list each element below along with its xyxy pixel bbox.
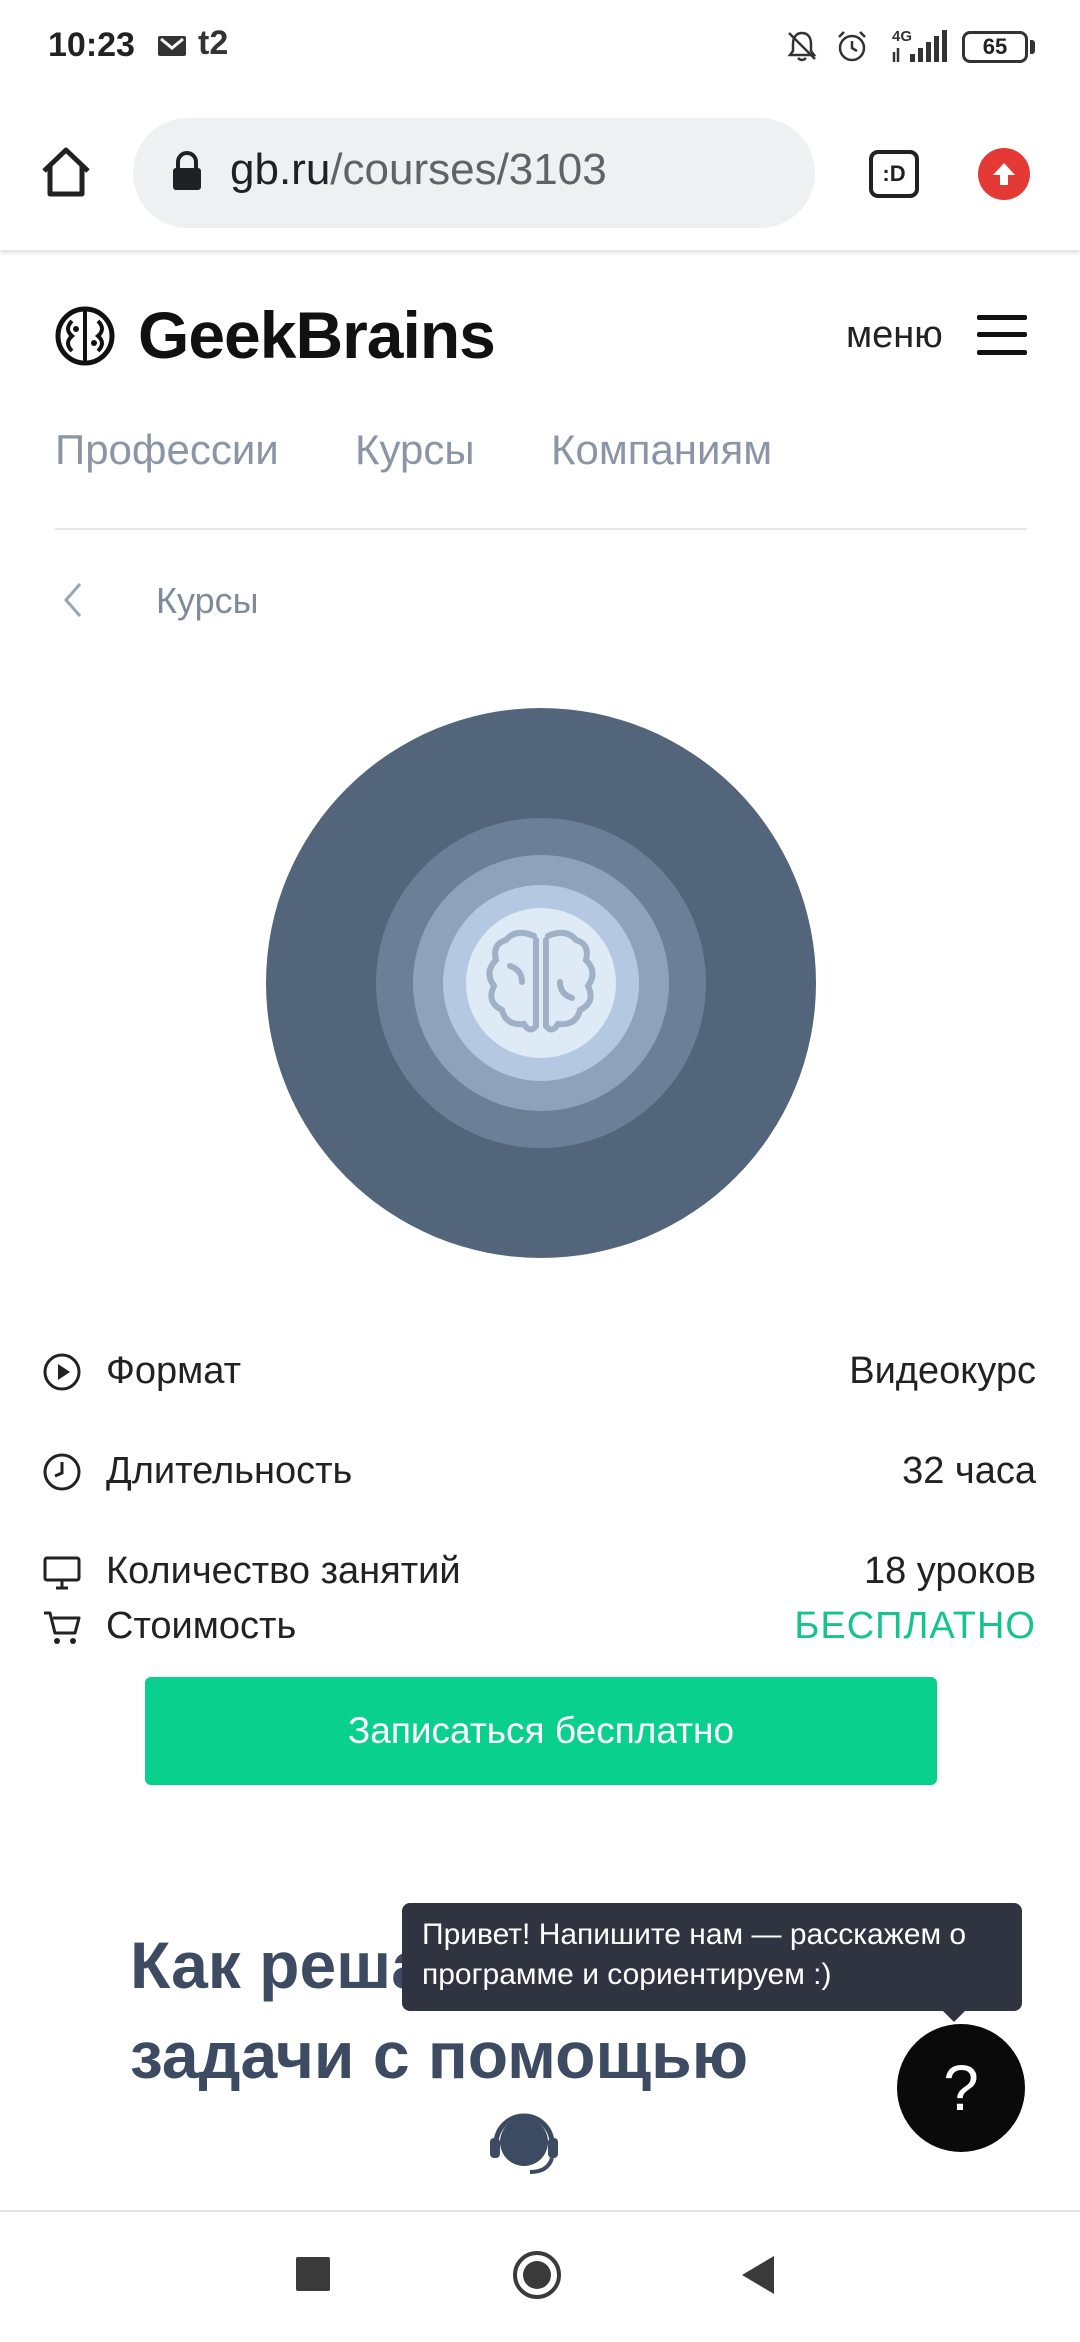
info-value-price: БЕСПЛАТНО [794,1605,1036,1647]
nav-divider [55,528,1027,530]
nav-item-courses[interactable]: Курсы [355,426,475,474]
recents-button[interactable] [296,2257,330,2291]
help-chat-button[interactable]: ? [897,2024,1025,2152]
info-label-lessons: Количество занятий [106,1550,461,1592]
info-label-format: Формат [106,1350,241,1392]
section-heading-line2: задачи с помощью [130,2018,749,2092]
signal-icon [890,24,950,68]
monitor-icon [42,1552,82,1592]
url-text[interactable]: gb.ru/courses/3103 [230,145,607,195]
bell-off-icon [782,24,822,68]
home-button[interactable] [512,2250,562,2300]
nav-item-companies[interactable]: Компаниям [551,426,772,474]
lock-icon[interactable] [170,150,204,194]
chat-tooltip[interactable]: Привет! Напишите нам — расскажем о прогр… [402,1903,1022,2011]
course-hero-image [266,708,816,1258]
back-button[interactable] [740,2254,776,2296]
hamburger-menu-icon[interactable] [977,315,1027,355]
alarm-icon [832,24,872,68]
logo-text[interactable]: GeekBrains [138,297,496,373]
play-circle-icon [42,1352,82,1392]
chat-tooltip-tail [940,2008,968,2022]
cart-icon [42,1607,82,1647]
carrier-label: t2 [198,24,229,62]
battery-indicator: 65 [962,31,1028,63]
chevron-left-icon[interactable] [60,580,84,620]
enroll-free-button[interactable]: Записаться бесплатно [145,1677,937,1785]
battery-tip [1030,40,1035,54]
brain-logo-icon[interactable] [54,305,116,367]
menu-label[interactable]: меню [846,314,943,357]
info-value-lessons: 18 уроков [863,1550,1036,1592]
update-button[interactable] [978,148,1030,200]
info-label-price: Стоимость [106,1605,297,1647]
breadcrumb-courses[interactable]: Курсы [156,580,258,622]
nav-item-professions[interactable]: Профессии [55,426,279,474]
url-path: /courses/3103 [330,145,607,194]
gmail-icon [154,24,190,68]
info-label-duration: Длительность [106,1450,353,1492]
home-icon[interactable] [38,144,94,200]
url-domain: gb.ru [230,145,331,194]
status-time: 10:23 [48,26,135,64]
clock-icon [42,1452,82,1492]
tab-switcher-button[interactable]: :D [869,150,919,198]
info-value-format: Видеокурс [849,1350,1036,1392]
info-value-duration: 32 часа [902,1450,1036,1492]
arrow-up-icon [993,163,1015,185]
headset-icon [484,2108,564,2178]
